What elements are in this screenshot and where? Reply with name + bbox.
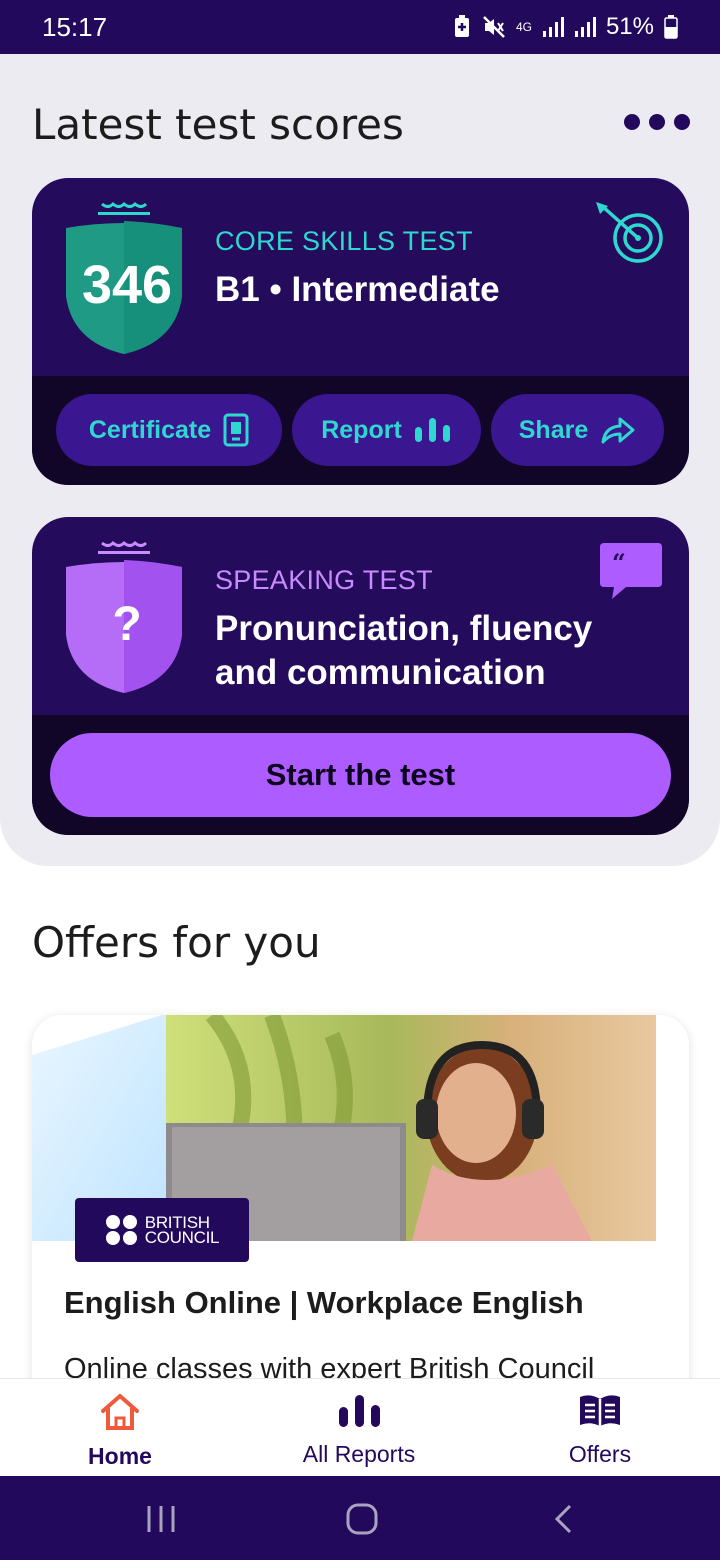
speaking-test-kicker: SPEAKING TEST: [215, 565, 433, 595]
speaking-actions-bar: Start the test: [32, 715, 689, 835]
score-value: 346: [81, 255, 173, 315]
british-council-dots-icon: [105, 1215, 137, 1245]
core-actions-bar: Certificate Report Share: [32, 376, 689, 485]
signal-icon: [542, 17, 564, 37]
offers-section-title: Offers for you: [32, 918, 321, 967]
speaking-heading-line-1: Pronunciation, fluency: [215, 609, 593, 648]
svg-text:“: “: [612, 548, 626, 577]
share-icon: [601, 417, 635, 444]
scores-section-title: Latest test scores: [32, 100, 404, 149]
status-bar: 15:17 4G 51%: [0, 0, 720, 54]
core-skills-card[interactable]: 346 CORE SKILLS TEST B1 • Intermediate C…: [32, 178, 689, 485]
home-icon: [101, 1394, 139, 1430]
share-label: Share: [518, 415, 589, 444]
share-button[interactable]: Share: [491, 394, 664, 466]
speaking-test-heading: Pronunciation, fluency and communication: [215, 607, 592, 695]
report-label: Report: [321, 415, 402, 444]
target-icon: [596, 202, 663, 263]
back-icon[interactable]: [552, 1504, 576, 1534]
bottom-navigation: Home All Reports Offers: [0, 1378, 720, 1476]
core-test-kicker: CORE SKILLS TEST: [215, 226, 473, 256]
nav-all-reports[interactable]: All Reports: [259, 1393, 459, 1468]
recent-apps-icon[interactable]: [146, 1504, 176, 1534]
core-test-level: B1 • Intermediate: [215, 270, 500, 309]
certificate-icon: [223, 413, 249, 447]
nav-home[interactable]: Home: [20, 1393, 220, 1470]
logo-text-line-2: COUNCIL: [144, 1228, 220, 1247]
report-button[interactable]: Report: [292, 394, 481, 466]
speaking-heading-line-2: and communication: [215, 653, 546, 692]
start-test-button[interactable]: Start the test: [50, 733, 671, 817]
signal-icon-2: [574, 17, 596, 37]
clock: 15:17: [42, 11, 108, 42]
speaking-test-card[interactable]: ? SPEAKING TEST Pronunciation, fluency a…: [32, 517, 689, 835]
certificate-button[interactable]: Certificate: [56, 394, 282, 466]
more-options-icon[interactable]: [624, 114, 690, 130]
speech-bubble-icon: “: [600, 543, 662, 599]
system-navigation-bar: [0, 1476, 720, 1560]
speaking-shield-symbol: ?: [112, 598, 142, 651]
status-icons: 4G 51%: [452, 13, 678, 41]
nav-offers[interactable]: Offers: [500, 1393, 700, 1468]
nav-offers-label: Offers: [568, 1441, 632, 1467]
british-council-logo: BRITISH COUNCIL: [75, 1198, 249, 1262]
battery-icon: [664, 15, 678, 39]
nav-home-label: Home: [88, 1443, 152, 1469]
mute-icon: [483, 16, 505, 38]
data-saver-icon: [454, 15, 469, 37]
certificate-label: Certificate: [88, 415, 212, 444]
battery-percent: 51%: [605, 13, 654, 40]
nav-reports-label: All Reports: [302, 1441, 416, 1467]
offer-title: English Online | Workplace English: [64, 1285, 584, 1320]
network-type: 4G: [515, 19, 532, 34]
home-system-icon[interactable]: [345, 1502, 379, 1536]
reports-bar-chart-icon: [339, 1395, 380, 1427]
bar-chart-icon: [414, 418, 450, 442]
book-icon: [580, 1395, 620, 1426]
